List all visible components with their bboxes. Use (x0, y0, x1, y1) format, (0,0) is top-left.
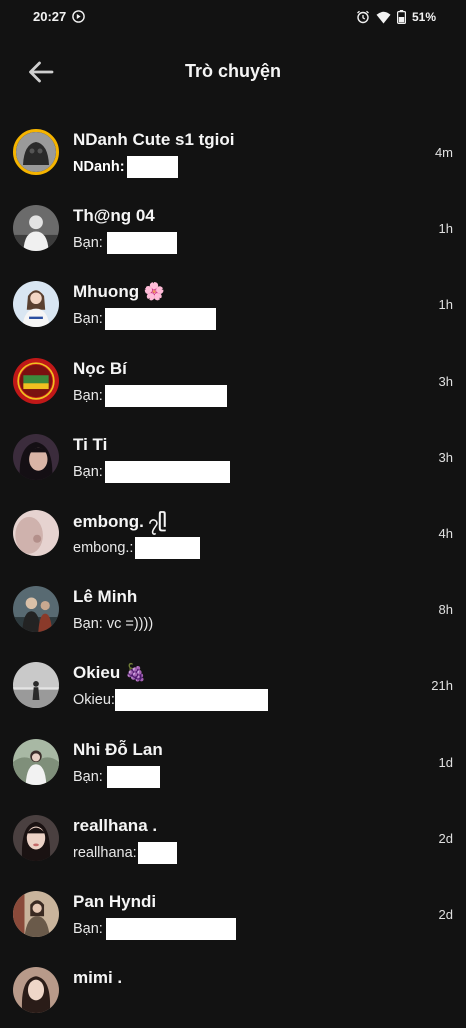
avatar[interactable] (13, 890, 59, 937)
chat-item[interactable]: Th@ng 04 Bạn: 1h (0, 190, 466, 266)
avatar[interactable] (13, 967, 59, 1014)
chat-name: Nhi Đỗ Lan (73, 739, 163, 759)
chat-list: NDanh Cute s1 tgioi NDanh: 4m Th@ng 04 B… (0, 114, 466, 1028)
chat-item[interactable]: Nọc Bí Bạn: 3h (0, 343, 466, 419)
page-title: Trò chuyện (184, 61, 282, 81)
chat-item[interactable]: NDanh Cute s1 tgioi NDanh: 4m (0, 114, 466, 190)
chat-time: 3h (438, 449, 453, 465)
avatar[interactable] (13, 357, 59, 404)
chat-preview-sender: reallhana: (73, 844, 137, 861)
chat-preview: Bạn: (73, 917, 236, 940)
chat-item[interactable]: Nhi Đỗ Lan Bạn: 1d (0, 724, 466, 800)
chat-time: 2d (438, 906, 453, 922)
media-control-icon (72, 10, 85, 23)
chat-name: reallhana . (73, 815, 158, 835)
chat-preview-sender: Bạn: (73, 463, 103, 480)
chat-preview: Bạn: (73, 384, 227, 407)
chat-time: 4m (434, 145, 453, 160)
avatar[interactable] (13, 586, 59, 633)
avatar[interactable] (13, 433, 59, 480)
chat-preview-sender: Bạn: (73, 920, 103, 937)
redacted-message (104, 308, 216, 331)
chat-name: mimi . (73, 968, 123, 988)
chat-preview-sender: Bạn: (73, 311, 103, 328)
avatar[interactable] (13, 738, 59, 785)
chat-time: 21h (431, 678, 453, 694)
avatar[interactable] (13, 129, 59, 175)
redacted-message (137, 841, 177, 864)
chat-item[interactable]: Okieu 🍇 Okieu: 21h (0, 647, 466, 723)
redacted-message (104, 460, 230, 483)
avatar[interactable] (13, 662, 59, 709)
chat-name: Ti Ti (73, 434, 108, 454)
chat-preview-sender: embong.: (73, 539, 134, 556)
status-time: 20:27 (33, 9, 67, 24)
redacted-message (135, 536, 201, 559)
chat-name: Lê Minh (73, 587, 138, 607)
redacted-message (126, 156, 178, 178)
chat-item[interactable]: Lê Minh Bạn: vc =)))) 8h (0, 571, 466, 647)
redacted-message (114, 689, 268, 712)
avatar[interactable] (13, 814, 59, 861)
battery-icon (396, 10, 406, 24)
chat-preview: NDanh: (73, 156, 178, 178)
avatar[interactable] (13, 281, 59, 328)
chat-item[interactable]: Mhuong 🌸 Bạn: 1h (0, 266, 466, 342)
chat-preview: Bạn: (73, 460, 230, 483)
wifi-icon (376, 11, 391, 24)
redacted-message (104, 384, 227, 407)
chat-preview-sender: Bạn: (73, 387, 103, 404)
chat-preview: embong.: (73, 536, 201, 559)
chat-item[interactable]: Pan Hyndi Bạn: 2d (0, 876, 466, 952)
chat-item[interactable]: Ti Ti Bạn: 3h (0, 419, 466, 495)
chat-preview: Okieu: (73, 689, 268, 712)
chat-preview: Bạn: (73, 232, 177, 255)
chat-name: embong. ၇ᥫ (73, 511, 167, 531)
chat-item[interactable]: reallhana . reallhana: 2d (0, 800, 466, 876)
chat-time: 1d (438, 754, 453, 770)
chat-preview-sender: Okieu: (73, 692, 115, 709)
chat-preview: Bạn: vc =)))) (73, 613, 153, 635)
chat-item[interactable]: mimi . (0, 952, 466, 1028)
chat-time: 3h (438, 373, 453, 389)
chat-preview-sender: Bạn: (73, 768, 103, 785)
chat-time: 1h (438, 221, 453, 237)
chat-preview-sender: NDanh: (73, 159, 125, 175)
redacted-message (106, 232, 177, 255)
battery-percent: 51% (411, 10, 436, 24)
status-icons: 51% (356, 8, 436, 26)
chat-time: 8h (438, 602, 453, 618)
chat-name: Nọc Bí (73, 358, 127, 378)
avatar[interactable] (13, 205, 59, 252)
alarm-icon (356, 10, 370, 24)
chat-name: Pan Hyndi (73, 891, 157, 911)
chat-preview: reallhana: (73, 841, 177, 864)
chat-time: 1h (438, 297, 453, 313)
chat-preview: Bạn: (73, 308, 216, 331)
chat-preview: Bạn: (73, 765, 160, 788)
chat-name: Th@ng 04 (73, 206, 155, 226)
redacted-message (106, 765, 160, 788)
redacted-message (105, 917, 236, 940)
chat-name: Mhuong 🌸 (73, 282, 165, 302)
app-header: Trò chuyện (0, 44, 466, 100)
chat-name: NDanh Cute s1 tgioi (73, 130, 235, 149)
chat-item[interactable]: embong. ၇ᥫ embong.: 4h (0, 495, 466, 571)
avatar[interactable] (13, 509, 59, 556)
chat-time: 4h (438, 525, 453, 541)
chat-preview-sender: Bạn: (73, 235, 103, 252)
chat-time: 2d (438, 830, 453, 846)
chat-preview-text: Bạn: vc =)))) (73, 616, 154, 633)
chat-name: Okieu 🍇 (73, 663, 147, 683)
status-bar: 20:27 51% (0, 0, 466, 34)
